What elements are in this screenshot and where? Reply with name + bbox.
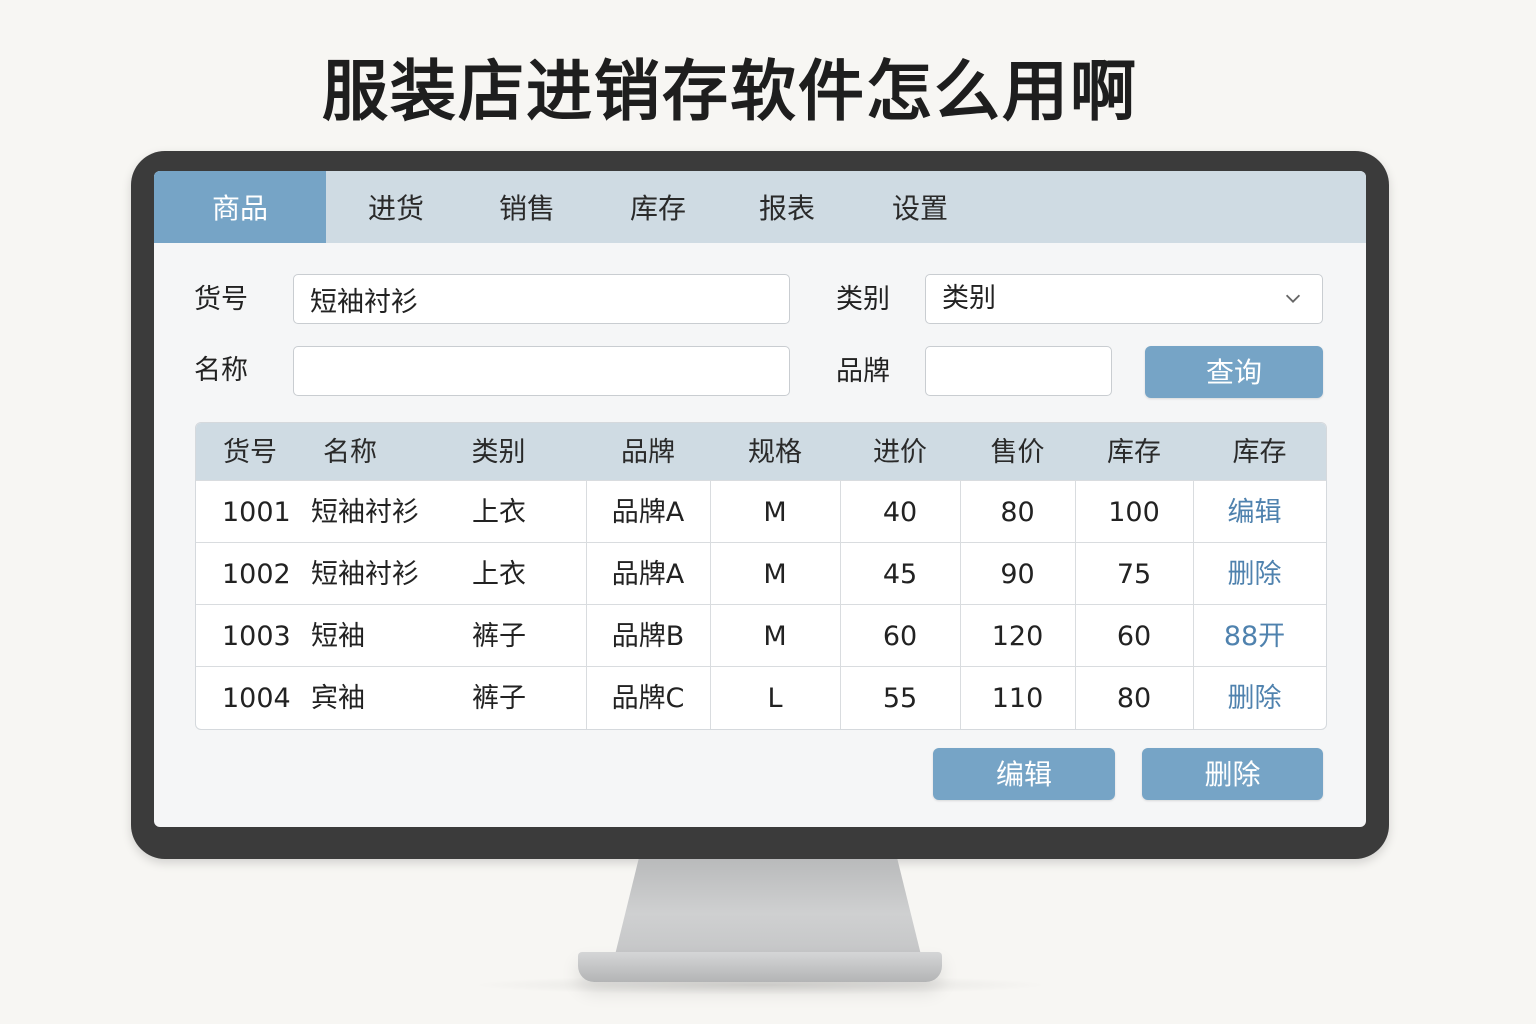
brand-input[interactable] xyxy=(925,346,1112,396)
cell-code: 1003 xyxy=(222,621,291,652)
table-header: 货号 名称 类别 品牌 规格 进价 售价 库存 库存 xyxy=(196,423,1326,480)
edit-button[interactable]: 编辑 xyxy=(933,748,1115,800)
cell-name: 短袖 xyxy=(311,621,365,652)
app-screen: 商品 进货 销售 库存 报表 设置 货号 类别 类别 名称 品牌 查询 货号 名… xyxy=(154,171,1366,827)
brand-label: 品牌 xyxy=(836,356,890,387)
cell-stock: 60 xyxy=(1116,621,1152,652)
cell-category: 上衣 xyxy=(472,559,526,590)
column-divider xyxy=(586,480,587,729)
cell-brand: 品牌A xyxy=(611,497,685,528)
tab-settings[interactable]: 设置 xyxy=(846,171,994,243)
column-divider xyxy=(840,480,841,729)
column-header: 类别 xyxy=(471,437,526,468)
cell-stock: 80 xyxy=(1116,683,1152,714)
cell-size: M xyxy=(763,497,787,528)
tab-products[interactable]: 商品 xyxy=(154,171,326,243)
cell-price: 80 xyxy=(1000,497,1035,528)
row-action-link[interactable]: 编辑 xyxy=(1193,481,1316,542)
cell-size: M xyxy=(763,559,787,590)
category-select[interactable]: 类别 xyxy=(925,274,1323,324)
column-divider xyxy=(1075,480,1076,729)
cell-price: 90 xyxy=(1000,559,1035,590)
cell-category: 裤子 xyxy=(472,683,526,714)
row-action-link[interactable]: 删除 xyxy=(1193,667,1316,728)
table-row: 1004 宾袖 裤子 品牌C L 55 110 80 删除 xyxy=(196,666,1326,728)
cell-size: M xyxy=(763,621,787,652)
delete-button[interactable]: 删除 xyxy=(1142,748,1323,800)
category-label: 类别 xyxy=(836,284,890,315)
monitor-stand-base xyxy=(578,952,942,982)
cell-name: 短袖衬衫 xyxy=(311,559,419,590)
tab-sales[interactable]: 销售 xyxy=(466,171,588,243)
name-label: 名称 xyxy=(194,355,248,386)
cell-category: 裤子 xyxy=(472,621,526,652)
cell-brand: 品牌C xyxy=(611,683,685,714)
cell-cost: 60 xyxy=(882,621,918,652)
table-row: 1003 短袖 裤子 品牌B M 60 120 60 88开 xyxy=(196,604,1326,666)
column-header: 名称 xyxy=(323,437,377,468)
cell-cost: 55 xyxy=(882,683,918,714)
cell-stock: 75 xyxy=(1116,559,1152,590)
column-divider xyxy=(960,480,961,729)
column-header: 售价 xyxy=(990,437,1045,468)
product-table: 货号 名称 类别 品牌 规格 进价 售价 库存 库存 1001 短袖衬衫 上衣 … xyxy=(195,422,1327,730)
cell-size: L xyxy=(767,683,783,714)
monitor-bezel: 商品 进货 销售 库存 报表 设置 货号 类别 类别 名称 品牌 查询 货号 名… xyxy=(131,151,1389,859)
column-divider xyxy=(1193,480,1194,729)
row-action-link[interactable]: 88开 xyxy=(1193,605,1316,666)
table-row: 1002 短袖衬衫 上衣 品牌A M 45 90 75 删除 xyxy=(196,542,1326,604)
cell-code: 1004 xyxy=(222,683,291,714)
chevron-down-icon xyxy=(1285,294,1301,303)
query-button[interactable]: 查询 xyxy=(1145,346,1323,398)
cell-brand: 品牌A xyxy=(611,559,685,590)
cell-cost: 40 xyxy=(882,497,918,528)
code-label: 货号 xyxy=(194,284,248,315)
name-input[interactable] xyxy=(293,346,790,396)
cell-stock: 100 xyxy=(1108,497,1160,528)
page-headline: 服装店进销存软件怎么用啊 xyxy=(322,53,1138,130)
monitor-stand-neck xyxy=(614,859,922,959)
cell-brand: 品牌B xyxy=(611,621,685,652)
cell-category: 上衣 xyxy=(472,497,526,528)
table-row: 1001 短袖衬衫 上衣 品牌A M 40 80 100 编辑 xyxy=(196,480,1326,542)
cell-name: 宾袖 xyxy=(311,683,365,714)
cell-code: 1001 xyxy=(222,497,291,528)
row-action-link[interactable]: 删除 xyxy=(1193,543,1316,604)
column-header: 货号 xyxy=(223,437,277,468)
column-header: 规格 xyxy=(748,437,802,468)
code-input[interactable] xyxy=(293,274,790,324)
tab-inventory[interactable]: 库存 xyxy=(588,171,728,243)
cell-code: 1002 xyxy=(222,559,291,590)
cell-price: 120 xyxy=(991,621,1044,652)
column-header: 进价 xyxy=(873,437,927,468)
column-header: 库存 xyxy=(1232,437,1287,468)
column-header: 库存 xyxy=(1107,437,1161,468)
cell-price: 110 xyxy=(991,683,1044,714)
column-header: 品牌 xyxy=(621,437,675,468)
category-select-value: 类别 xyxy=(942,283,996,314)
column-divider xyxy=(710,480,711,729)
main-tabbar: 商品 进货 销售 库存 报表 设置 xyxy=(154,171,1366,243)
tab-reports[interactable]: 报表 xyxy=(728,171,846,243)
cell-cost: 45 xyxy=(882,559,918,590)
cell-name: 短袖衬衫 xyxy=(311,497,419,528)
tab-purchase[interactable]: 进货 xyxy=(326,171,466,243)
